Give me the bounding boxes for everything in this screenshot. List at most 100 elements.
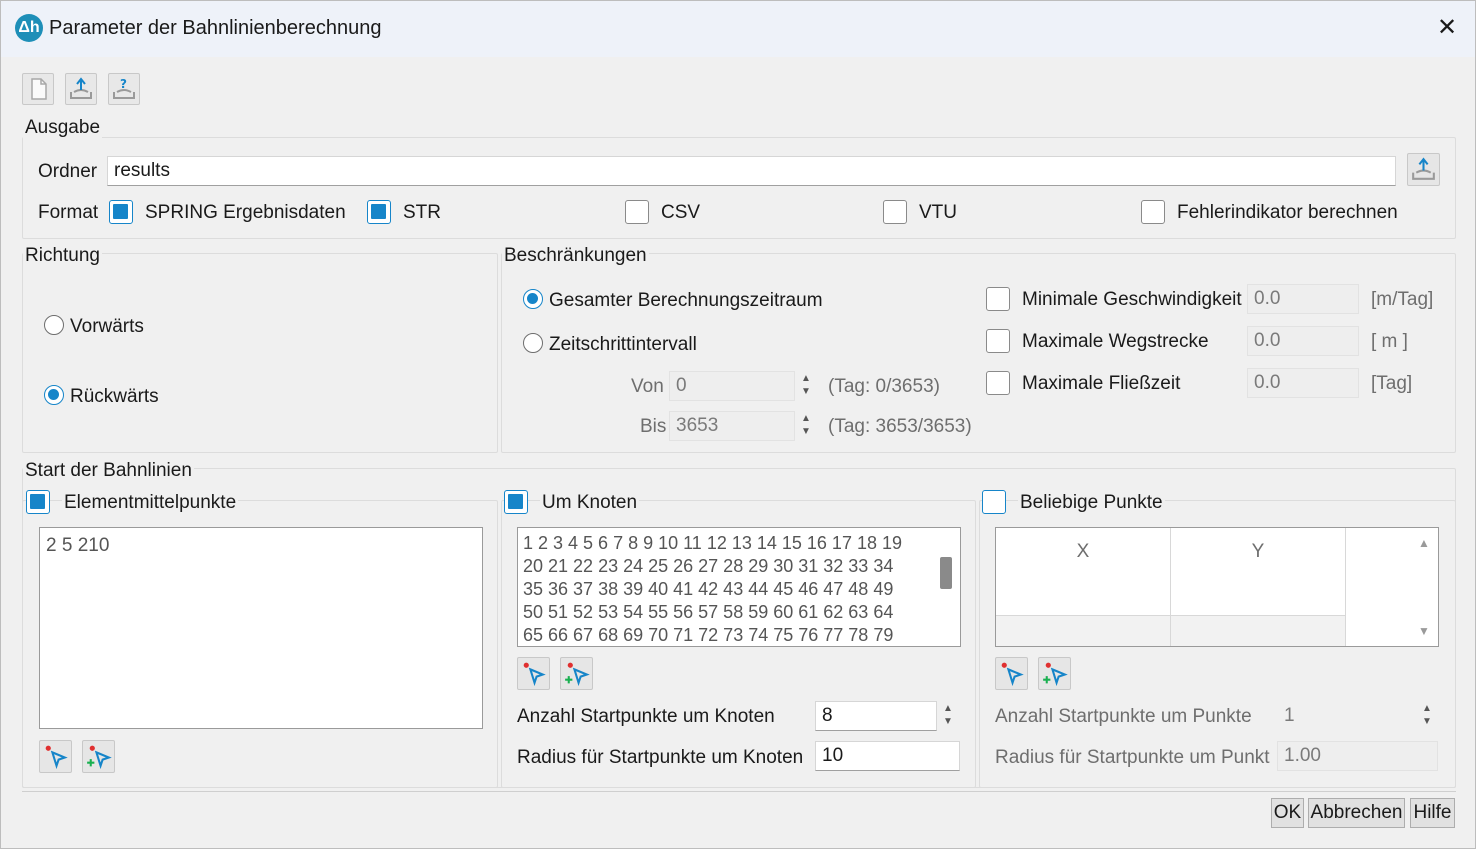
- fehlerindikator-checkbox[interactable]: [1141, 200, 1165, 224]
- help-button[interactable]: Hilfe: [1410, 798, 1455, 828]
- knoten-line: 50 51 52 53 54 55 56 57 58 59 60 61 62 6…: [523, 602, 894, 622]
- pick-cursor-icon: [523, 662, 546, 687]
- intervall-radio[interactable]: [523, 333, 543, 353]
- knoten-line: 1 2 3 4 5 6 7 8 9 10 11 12 13 14 15 16 1…: [523, 533, 902, 553]
- bis-input[interactable]: 3653: [669, 411, 795, 441]
- fehlerindikator-label: Fehlerindikator berechnen: [1177, 202, 1398, 223]
- intervall-label: Zeitschrittintervall: [549, 334, 697, 355]
- format-vtu-checkbox[interactable]: [883, 200, 907, 224]
- punkte-anzahl-input[interactable]: 1: [1277, 701, 1415, 731]
- format-str-checkbox[interactable]: [367, 200, 391, 224]
- format-vtu-label: VTU: [919, 202, 957, 223]
- element-list-textarea[interactable]: 2 5 210: [39, 527, 483, 729]
- max-wegstrecke-checkbox[interactable]: [986, 329, 1010, 353]
- punkte-label: Beliebige Punkte: [1018, 492, 1165, 514]
- pick-cursor-icon: [1001, 662, 1024, 687]
- von-input[interactable]: 0: [669, 371, 795, 401]
- help-export-icon: ?: [113, 77, 135, 99]
- new-file-button[interactable]: [22, 73, 54, 105]
- element-checkbox[interactable]: [26, 490, 50, 514]
- title-bar: Δh Parameter der Bahnlinienberechnung ✕: [1, 1, 1475, 57]
- min-geschwindigkeit-input[interactable]: 0.0: [1247, 284, 1359, 314]
- bis-info: (Tag: 3653/3653): [828, 416, 972, 437]
- max-fliesszeit-input[interactable]: 0.0: [1247, 368, 1359, 398]
- knoten-label: Um Knoten: [540, 492, 640, 514]
- close-button[interactable]: ✕: [1427, 9, 1467, 49]
- knoten-add-pick-button[interactable]: [560, 657, 593, 690]
- richtung-group: [22, 253, 498, 453]
- export-icon: [70, 77, 92, 99]
- scroll-down-icon[interactable]: ▼: [1418, 624, 1430, 638]
- rueckwaerts-label: Rückwärts: [70, 386, 159, 407]
- element-label: Elementmittelpunkte: [62, 492, 239, 514]
- knoten-list-textarea[interactable]: 1 2 3 4 5 6 7 8 9 10 11 12 13 14 15 16 1…: [517, 527, 961, 647]
- element-pick-button[interactable]: [39, 740, 72, 773]
- punkte-add-pick-button[interactable]: [1038, 657, 1071, 690]
- pick-cursor-icon: [45, 745, 68, 770]
- format-csv-label: CSV: [661, 202, 701, 223]
- knoten-line: 65 66 67 68 69 70 71 72 73 74 75 76 77 7…: [523, 625, 894, 645]
- knoten-scrollbar-thumb[interactable]: [940, 557, 952, 589]
- max-wegstrecke-input[interactable]: 0.0: [1247, 326, 1359, 356]
- punkte-table[interactable]: X Y ▲ ▼: [995, 527, 1439, 647]
- min-geschwindigkeit-unit: [m/Tag]: [1371, 289, 1434, 310]
- knoten-line: 35 36 37 38 39 40 41 42 43 44 45 46 47 4…: [523, 579, 894, 599]
- add-pick-cursor-icon: [87, 745, 112, 770]
- beschraenkungen-title: Beschränkungen: [502, 245, 649, 267]
- punkte-checkbox[interactable]: [982, 490, 1006, 514]
- punkte-col-y-header[interactable]: Y: [1171, 528, 1346, 616]
- ok-button[interactable]: OK: [1271, 798, 1304, 828]
- vorwaerts-radio[interactable]: [44, 315, 64, 335]
- punkte-radius-label: Radius für Startpunkte um Punkt: [995, 747, 1270, 768]
- knoten-radius-label: Radius für Startpunkte um Knoten: [517, 747, 804, 768]
- format-spring-checkbox[interactable]: [109, 200, 133, 224]
- cancel-button[interactable]: Abbrechen: [1308, 798, 1405, 828]
- ordner-browse-button[interactable]: [1407, 153, 1440, 186]
- new-file-icon: [31, 78, 47, 100]
- min-geschwindigkeit-checkbox[interactable]: [986, 287, 1010, 311]
- knoten-radius-input[interactable]: 10: [815, 741, 960, 771]
- element-add-pick-button[interactable]: [82, 740, 115, 773]
- help-export-button[interactable]: ?: [108, 73, 140, 105]
- rueckwaerts-radio[interactable]: [44, 385, 64, 405]
- punkte-table-cell[interactable]: [996, 616, 1171, 646]
- von-spinner[interactable]: ▲ ▼: [796, 373, 816, 399]
- punkte-anzahl-label: Anzahl Startpunkte um Punkte: [995, 706, 1252, 727]
- ausgabe-title: Ausgabe: [23, 117, 103, 139]
- gesamt-label: Gesamter Berechnungszeitraum: [549, 290, 823, 311]
- scroll-up-icon[interactable]: ▲: [1418, 536, 1430, 550]
- bottom-divider: [22, 791, 1456, 792]
- format-spring-label: SPRING Ergebnisdaten: [145, 202, 346, 223]
- punkte-table-cell[interactable]: [1171, 616, 1346, 646]
- knoten-anzahl-input[interactable]: 8: [815, 701, 937, 731]
- max-fliesszeit-checkbox[interactable]: [986, 371, 1010, 395]
- knoten-line: 20 21 22 23 24 25 26 27 28 29 30 31 32 3…: [523, 556, 894, 576]
- svg-text:?: ?: [120, 77, 127, 91]
- format-label: Format: [38, 202, 99, 223]
- knoten-checkbox[interactable]: [504, 490, 528, 514]
- bis-spinner[interactable]: ▲ ▼: [796, 413, 816, 439]
- gesamt-radio[interactable]: [523, 289, 543, 309]
- punkte-anzahl-spinner[interactable]: ▲ ▼: [1417, 703, 1437, 729]
- max-fliesszeit-unit: [Tag]: [1371, 373, 1413, 394]
- add-pick-cursor-icon: [1043, 662, 1068, 687]
- punkte-col-x-header[interactable]: X: [996, 528, 1171, 616]
- add-pick-cursor-icon: [565, 662, 590, 687]
- close-icon: ✕: [1436, 14, 1458, 41]
- app-logo-icon: Δh: [15, 14, 43, 42]
- format-csv-checkbox[interactable]: [625, 200, 649, 224]
- knoten-anzahl-label: Anzahl Startpunkte um Knoten: [517, 706, 775, 727]
- ordner-input[interactable]: results: [107, 156, 1396, 186]
- bis-label: Bis: [640, 416, 667, 437]
- von-info: (Tag: 0/3653): [828, 376, 940, 397]
- knoten-anzahl-spinner[interactable]: ▲ ▼: [938, 703, 958, 729]
- format-str-label: STR: [403, 202, 441, 223]
- window-title: Parameter der Bahnlinienberechnung: [49, 17, 382, 39]
- start-title: Start der Bahnlinien: [23, 460, 194, 482]
- punkte-pick-button[interactable]: [995, 657, 1028, 690]
- knoten-pick-button[interactable]: [517, 657, 550, 690]
- export-button[interactable]: [65, 73, 97, 105]
- punkte-radius-input[interactable]: 1.00: [1277, 741, 1438, 771]
- dialog-window: Δh Parameter der Bahnlinienberechnung ✕ …: [0, 0, 1476, 849]
- richtung-title: Richtung: [23, 245, 102, 267]
